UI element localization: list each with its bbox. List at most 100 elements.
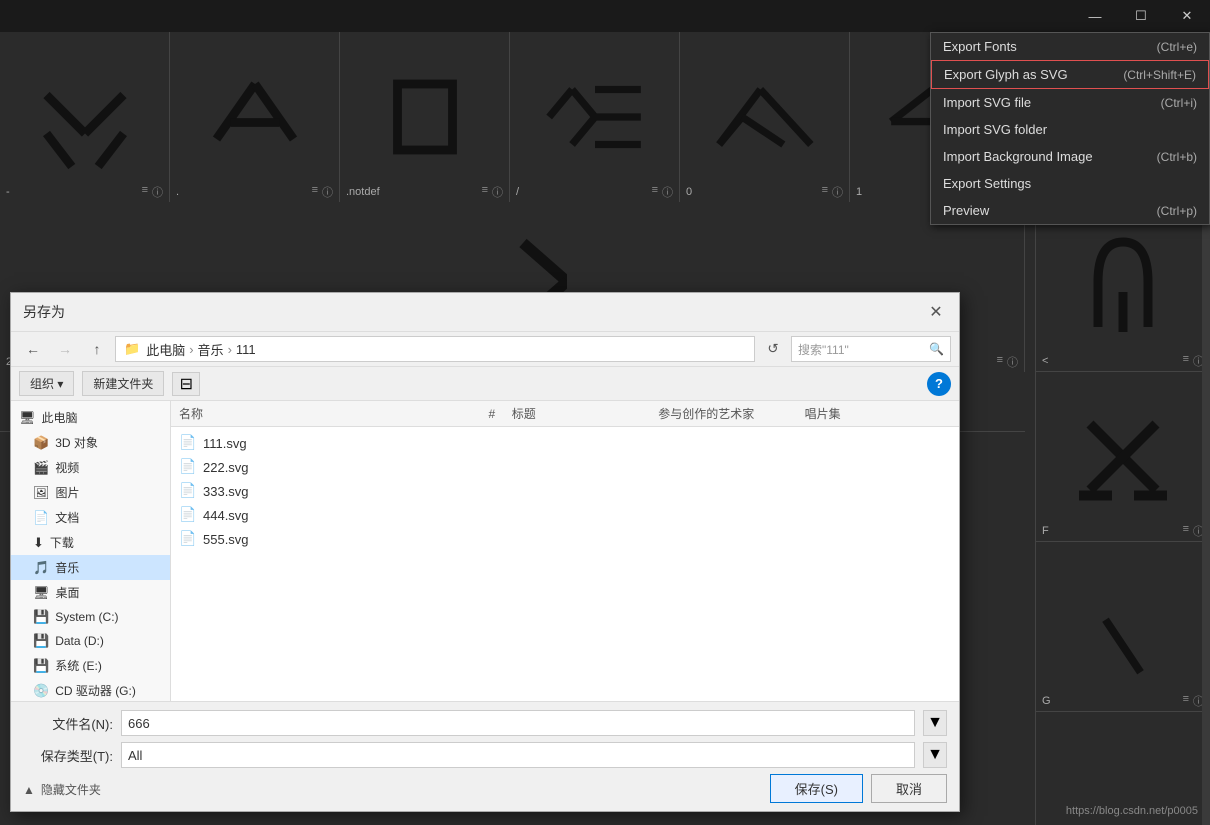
col-header-name: 名称 — [179, 405, 472, 422]
drive-e-icon: 💾 — [33, 658, 49, 674]
title-bar: — ☐ ✕ — [0, 0, 1210, 32]
maximize-button[interactable]: ☐ — [1118, 0, 1164, 32]
cell-label-notdef: .notdef — [346, 186, 380, 198]
file-item-333[interactable]: 📄 333.svg — [171, 479, 959, 503]
glyph-svg-dash — [30, 62, 140, 172]
col-header-title: 标题 — [512, 405, 658, 422]
col-header-artist: 参与创作的艺术家 — [658, 405, 804, 422]
drive-c-icon: 💾 — [33, 609, 49, 625]
filetype-dropdown-button[interactable]: ▼ — [923, 742, 947, 768]
sidebar-item-video[interactable]: 🎬 视频 — [11, 455, 170, 480]
file-item-444[interactable]: 📄 444.svg — [171, 503, 959, 527]
glyph-cell-notdef[interactable]: .notdef ≡ⓘ — [340, 32, 510, 202]
search-placeholder: 搜索"111" — [798, 341, 849, 358]
sidebar-item-doc[interactable]: 📄 文档 — [11, 505, 170, 530]
dialog-actionbar: 组织 ▾ 新建文件夹 ⊟ ? — [11, 367, 959, 401]
cancel-button[interactable]: 取消 — [871, 774, 947, 803]
file-item-222[interactable]: 📄 222.svg — [171, 455, 959, 479]
help-button[interactable]: ? — [927, 372, 951, 396]
file-item-555[interactable]: 📄 555.svg — [171, 527, 959, 551]
filename-input[interactable] — [121, 710, 915, 736]
view-button[interactable]: ⊟ — [172, 372, 200, 396]
dialog-bottom: 文件名(N): ▼ 保存类型(T): ▼ ▲ 隐藏文件夹 保存(S) 取消 — [11, 701, 959, 811]
dialog-buttons: ▲ 隐藏文件夹 保存(S) 取消 — [23, 774, 947, 803]
glyph-cell-slash[interactable]: / ≡ⓘ — [510, 32, 680, 202]
filename-label: 文件名(N): — [23, 714, 113, 733]
menu-item-import-bg-image[interactable]: Import Background Image (Ctrl+b) — [931, 143, 1209, 170]
right-cell-arch[interactable]: < ≡ⓘ — [1036, 202, 1210, 372]
sidebar-item-3d[interactable]: 📦 3D 对象 — [11, 430, 170, 455]
organize-button[interactable]: 组织 ▾ — [19, 371, 74, 396]
cell-label-1: 1 — [856, 186, 862, 198]
new-folder-button[interactable]: 新建文件夹 — [82, 371, 164, 396]
cell-label-0: 0 — [686, 186, 692, 198]
glyph-svg-dot — [200, 62, 310, 172]
file-name-444: 444.svg — [203, 508, 951, 523]
sidebar-item-download[interactable]: ⬇ 下载 — [11, 530, 170, 555]
menu-item-export-fonts[interactable]: Export Fonts (Ctrl+e) — [931, 33, 1209, 60]
file-list: 📄 111.svg 📄 222.svg 📄 333.svg 📄 444.svg … — [171, 427, 959, 701]
sidebar-item-computer[interactable]: 🖥 此电脑 — [11, 405, 170, 430]
svg-file-icon-4: 📄 — [179, 506, 197, 524]
menu-item-preview[interactable]: Preview (Ctrl+p) — [931, 197, 1209, 224]
menu-item-export-settings[interactable]: Export Settings — [931, 170, 1209, 197]
filetype-input[interactable] — [121, 742, 915, 768]
sidebar-tree: 🖥 此电脑 📦 3D 对象 🎬 视频 🖼 图片 📄 文档 ⬇ 下载 — [11, 401, 171, 701]
sidebar-item-desktop[interactable]: 🖥 桌面 — [11, 580, 170, 605]
sidebar-item-system-e[interactable]: 💾 系统 (E:) — [11, 653, 170, 678]
right-cell-label-f: F — [1042, 525, 1049, 537]
sidebar-item-image[interactable]: 🖼 图片 — [11, 480, 170, 505]
menu-item-export-glyph-svg[interactable]: Export Glyph as SVG (Ctrl+Shift+E) — [931, 60, 1209, 89]
search-box[interactable]: 搜索"111" 🔍 — [791, 336, 951, 362]
sidebar-item-data-d[interactable]: 💾 Data (D:) — [11, 629, 170, 653]
sidebar-item-system-c[interactable]: 💾 System (C:) — [11, 605, 170, 629]
cell-label-slash: / — [516, 186, 519, 198]
cell-label-dot: . — [176, 186, 179, 198]
filename-dropdown-button[interactable]: ▼ — [923, 710, 947, 736]
glyph-cell-dash[interactable]: - ≡ⓘ — [0, 32, 170, 202]
back-button[interactable]: ← — [19, 337, 47, 361]
desktop-icon: 🖥 — [33, 585, 50, 601]
file-dialog: 另存为 ✕ ← → ↑ 📁 此电脑 › 音乐 › 111 ↺ 搜索"111" 🔍… — [10, 292, 960, 812]
glyph-svg-0 — [710, 62, 820, 172]
watermark: https://blog.csdn.net/p0005 — [1066, 805, 1198, 817]
glyph-cell-0[interactable]: 0 ≡ⓘ — [680, 32, 850, 202]
hide-files-row: ▲ 隐藏文件夹 — [23, 781, 101, 798]
sidebar-item-music[interactable]: 🎵 音乐 — [11, 555, 170, 580]
right-cell-f[interactable]: F ≡ⓘ — [1036, 372, 1210, 542]
file-name-222: 222.svg — [203, 460, 951, 475]
search-icon: 🔍 — [929, 342, 944, 356]
video-icon: 🎬 — [33, 460, 49, 476]
menu-item-import-svg-folder[interactable]: Import SVG folder — [931, 116, 1209, 143]
breadcrumb-icon: 📁 — [124, 341, 140, 357]
file-item-111[interactable]: 📄 111.svg — [171, 431, 959, 455]
minimize-button[interactable]: — — [1072, 0, 1118, 32]
up-button[interactable]: ↑ — [83, 337, 111, 361]
refresh-button[interactable]: ↺ — [759, 337, 787, 361]
breadcrumb-music: 音乐 — [198, 340, 224, 359]
drive-d-icon: 💾 — [33, 633, 49, 649]
forward-button[interactable]: → — [51, 337, 79, 361]
dropdown-menu: Export Fonts (Ctrl+e) Export Glyph as SV… — [930, 32, 1210, 225]
glyph-svg-g — [1088, 611, 1158, 681]
svg-file-icon-5: 📄 — [179, 530, 197, 548]
close-button[interactable]: ✕ — [1164, 0, 1210, 32]
dialog-content: 🖥 此电脑 📦 3D 对象 🎬 视频 🖼 图片 📄 文档 ⬇ 下载 — [11, 401, 959, 701]
file-list-header: 名称 # 标题 参与创作的艺术家 唱片集 — [171, 401, 959, 427]
breadcrumb-bar[interactable]: 📁 此电脑 › 音乐 › 111 — [115, 336, 755, 362]
glyph-cell-dot[interactable]: . ≡ⓘ — [170, 32, 340, 202]
dialog-toolbar: ← → ↑ 📁 此电脑 › 音乐 › 111 ↺ 搜索"111" 🔍 — [11, 332, 959, 367]
doc-icon: 📄 — [33, 510, 49, 526]
right-cell-g[interactable]: G ≡ⓘ — [1036, 542, 1210, 712]
breadcrumb-folder: 111 — [236, 342, 256, 357]
save-button[interactable]: 保存(S) — [770, 774, 863, 803]
download-icon: ⬇ — [33, 535, 44, 551]
file-name-333: 333.svg — [203, 484, 951, 499]
filetype-label: 保存类型(T): — [23, 746, 113, 765]
triangle-icon: ▲ — [23, 783, 35, 797]
dialog-close-button[interactable]: ✕ — [925, 301, 947, 323]
menu-item-import-svg-file[interactable]: Import SVG file (Ctrl+i) — [931, 89, 1209, 116]
sidebar-item-cd-g[interactable]: 💿 CD 驱动器 (G:) — [11, 678, 170, 701]
glyph-svg-f — [1068, 402, 1178, 512]
dialog-title: 另存为 — [23, 302, 65, 322]
